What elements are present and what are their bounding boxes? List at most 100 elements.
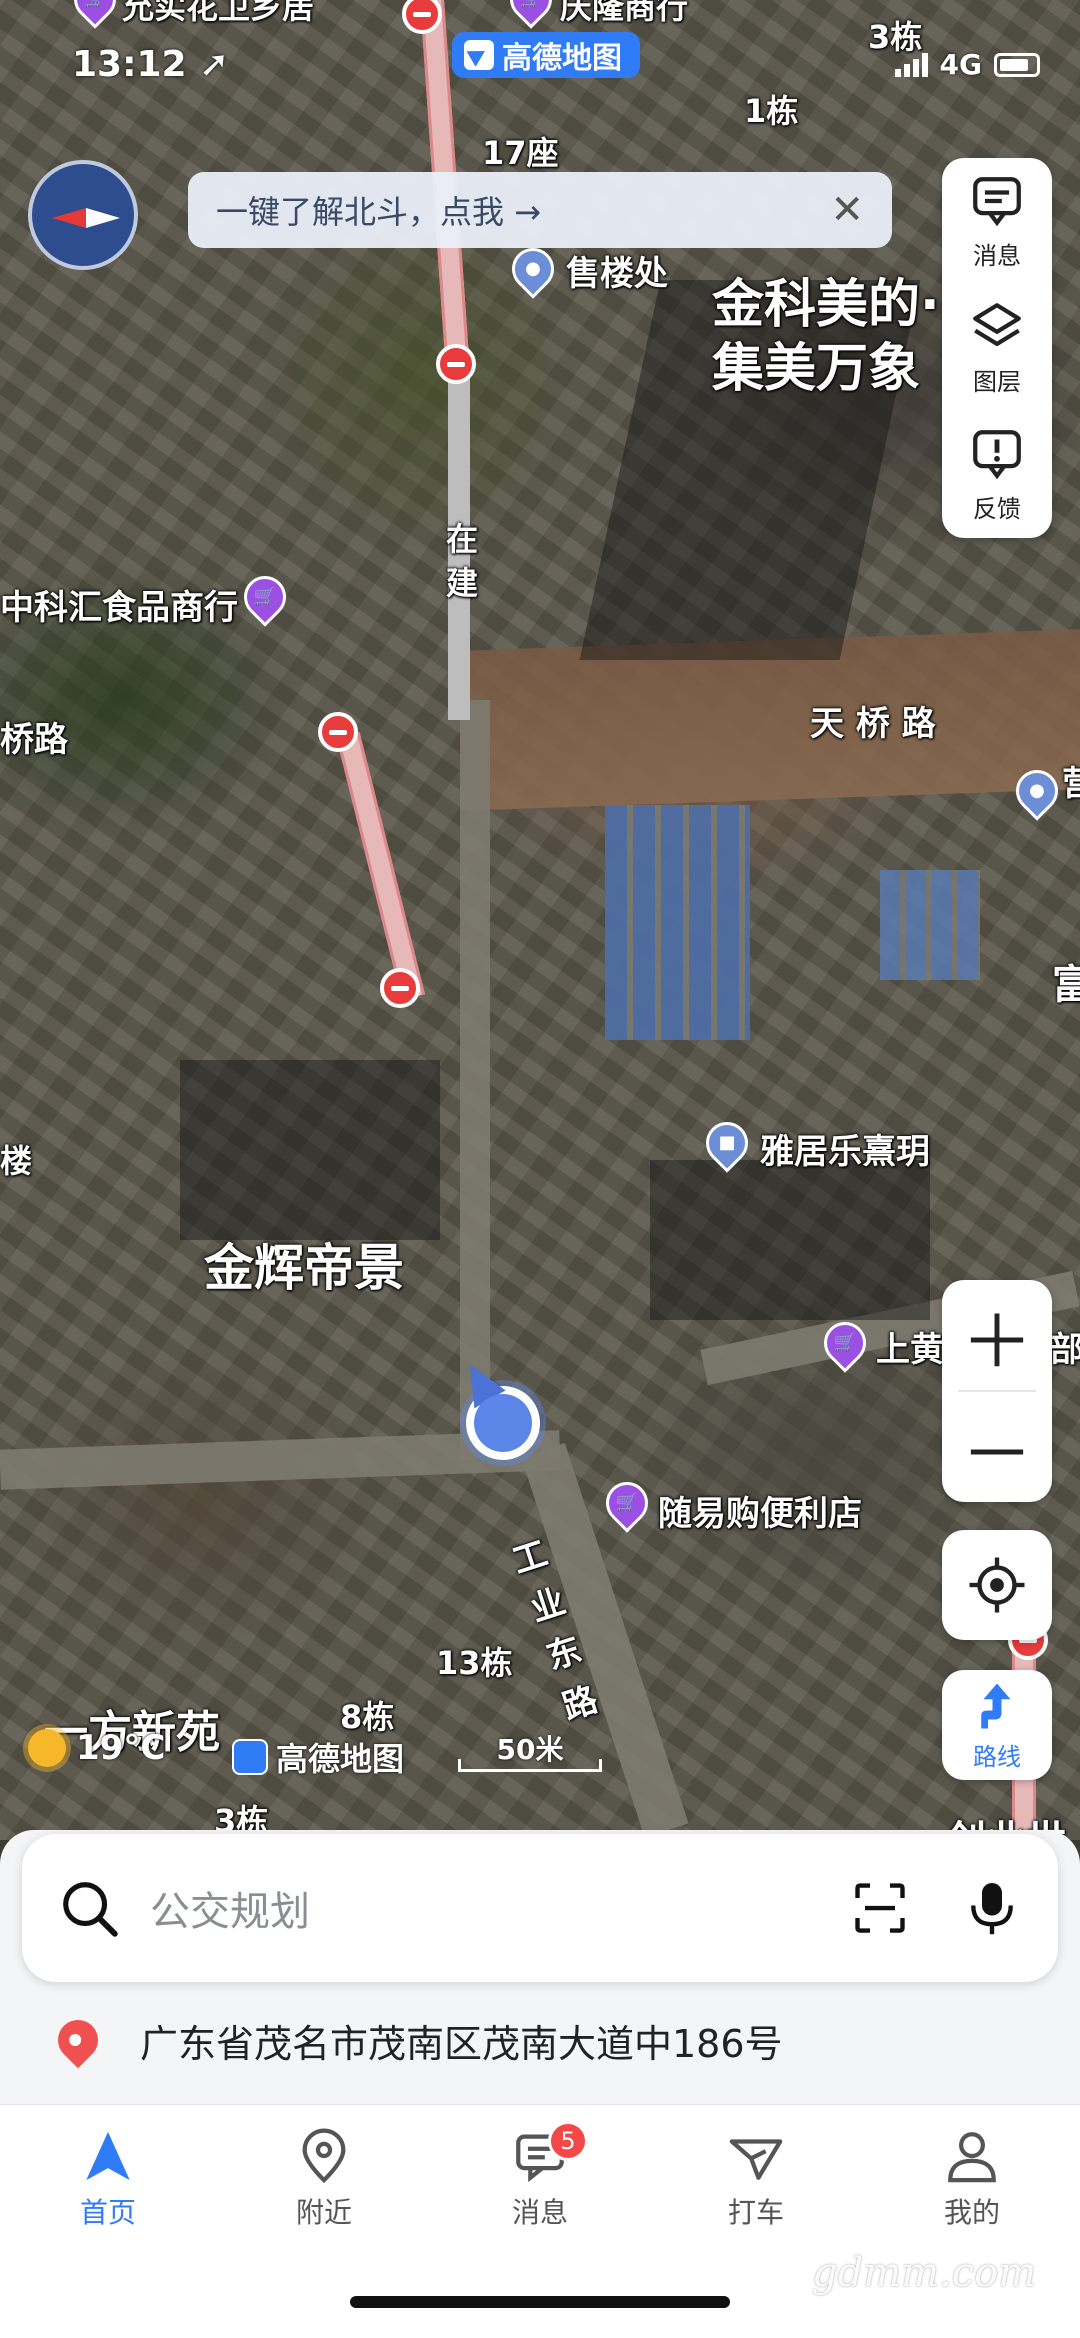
close-icon[interactable]: ✕ xyxy=(830,187,864,233)
zoom-out-button[interactable]: － xyxy=(942,1392,1052,1502)
amap-map-logo: 高德地图 xyxy=(232,1734,404,1780)
area-label: 集美万象 xyxy=(712,339,921,399)
my-location-marker xyxy=(454,1355,540,1460)
poi-label[interactable]: 上黄 xyxy=(876,1322,944,1371)
crosshair-icon xyxy=(969,1557,1025,1613)
building-shadow xyxy=(180,1060,440,1240)
area-label: 金辉帝景 xyxy=(204,1239,404,1297)
map-scale: 50米 xyxy=(458,1728,602,1776)
shop-pin-icon[interactable]: 🛒 xyxy=(597,1473,657,1533)
blue-roof-buildings xyxy=(605,805,750,1040)
building-label: 13栋 xyxy=(436,1644,513,1682)
scan-icon[interactable] xyxy=(850,1878,910,1938)
route-label: 路线 xyxy=(973,1742,1021,1771)
profile-icon xyxy=(948,2132,996,2183)
poi-label[interactable]: 随易购便利店 xyxy=(658,1486,862,1535)
amap-brand-tag: 高德地图 xyxy=(452,32,640,78)
home-indicator[interactable] xyxy=(350,2296,730,2308)
no-entry-icon xyxy=(436,344,476,384)
blue-roof-buildings-east xyxy=(880,870,980,980)
location-pin-icon[interactable]: ● xyxy=(503,239,563,299)
layers-button[interactable]: 图层 xyxy=(968,298,1026,397)
building-shadow xyxy=(650,1160,930,1320)
scale-bar xyxy=(458,1759,602,1772)
tab-messages-label: 消息 xyxy=(511,2196,568,2229)
poi-label[interactable]: 庆隆商行 xyxy=(560,0,688,28)
poi-label[interactable]: 雅居乐熹玥 xyxy=(760,1124,930,1173)
poi-label[interactable]: 允实花卫乡居 xyxy=(122,0,314,28)
feedback-icon xyxy=(973,430,1021,480)
restricted-route-line xyxy=(336,732,425,1000)
road-label: 建 xyxy=(446,564,479,602)
area-label: 富 xyxy=(1052,962,1080,1008)
road-label: 桥路 xyxy=(0,720,68,760)
watermark: gdmm.com xyxy=(812,2250,1037,2296)
sun-icon xyxy=(28,1729,66,1767)
weather-widget[interactable]: 19°C xyxy=(28,1728,165,1768)
road-segment xyxy=(460,700,490,1460)
tab-taxi-label: 打车 xyxy=(727,2196,784,2229)
map-tools-panel: 消息 图层 反馈 xyxy=(942,158,1052,538)
search-icon xyxy=(63,1882,118,1937)
status-icons: 4G xyxy=(894,48,1040,81)
zoom-in-button[interactable]: ＋ xyxy=(942,1280,1052,1390)
signal-icon xyxy=(894,52,928,77)
satellite-map[interactable]: 🛒 允实花卫乡居 🛒 庆隆商行 3栋 1栋 17座 ● 售楼处 金科美的· 集美… xyxy=(0,0,1080,1840)
poi-label[interactable]: 中科汇食品商行 xyxy=(0,580,238,629)
search-input[interactable]: 公交规划 xyxy=(150,1879,850,1937)
building-label: 8栋 xyxy=(340,1698,395,1736)
message-button[interactable]: 消息 xyxy=(968,172,1026,271)
battery-icon xyxy=(994,52,1040,77)
tab-nearby[interactable]: 附近 xyxy=(254,2127,394,2231)
status-time: 13:12 ➚ xyxy=(72,44,230,85)
building-label: 17座 xyxy=(482,134,559,172)
building-label: 楼 xyxy=(0,1142,33,1180)
beidou-banner[interactable]: 一键了解北斗，点我 → ✕ xyxy=(188,172,892,248)
banner-text[interactable]: 一键了解北斗，点我 → xyxy=(216,187,541,233)
no-entry-icon xyxy=(318,712,358,752)
tab-messages[interactable]: 消息 5 xyxy=(470,2121,610,2231)
compass-icon[interactable] xyxy=(28,160,138,270)
nearby-pin-icon xyxy=(302,2128,346,2184)
layers-icon xyxy=(973,303,1021,347)
area-label: 营 xyxy=(1062,764,1080,804)
tab-nearby-label: 附近 xyxy=(295,2196,352,2229)
building-label: 1栋 xyxy=(744,92,799,130)
locate-me-button[interactable] xyxy=(942,1530,1052,1640)
no-entry-icon xyxy=(380,968,420,1008)
shop-pin-icon[interactable]: 🛒 xyxy=(65,0,125,29)
route-arrow-icon xyxy=(981,1683,1011,1728)
shop-pin-icon[interactable]: 🛒 xyxy=(501,0,561,29)
poi-label[interactable]: 售楼处 xyxy=(566,246,668,295)
route-button[interactable]: 路线 xyxy=(942,1670,1052,1780)
tab-profile-label: 我的 xyxy=(943,2196,1000,2229)
shop-pin-icon[interactable]: 🛒 xyxy=(235,567,295,627)
layers-label: 图层 xyxy=(973,368,1021,397)
network-type: 4G xyxy=(939,48,982,81)
message-icon xyxy=(973,176,1021,227)
zoom-controls: ＋ － xyxy=(942,1280,1052,1502)
current-address: 广东省茂名市茂南区茂南大道中186号 xyxy=(140,2021,783,2066)
microphone-icon[interactable] xyxy=(962,1878,1022,1938)
message-label: 消息 xyxy=(973,241,1021,270)
temperature: 19°C xyxy=(76,1728,166,1768)
amap-logo-icon xyxy=(232,1739,268,1775)
feedback-button[interactable]: 反馈 xyxy=(968,425,1026,524)
feedback-label: 反馈 xyxy=(973,495,1021,524)
road-label: 天 桥 路 xyxy=(810,704,936,744)
home-nav-icon xyxy=(86,2131,130,2181)
location-pin-icon xyxy=(49,2011,107,2069)
tab-taxi[interactable]: 打车 xyxy=(686,2127,826,2231)
current-address-row[interactable]: 广东省茂名市茂南区茂南大道中186号 xyxy=(0,1990,1080,2090)
tab-home-label: 首页 xyxy=(79,2196,136,2229)
tab-profile[interactable]: 我的 xyxy=(902,2127,1042,2231)
tab-home[interactable]: 首页 xyxy=(38,2127,178,2231)
taxi-icon xyxy=(729,2139,783,2180)
road-label: 在 xyxy=(446,520,479,558)
poi-label: 部 xyxy=(1050,1330,1080,1370)
amap-logo-icon xyxy=(464,40,494,70)
search-bar[interactable]: 公交规划 xyxy=(22,1834,1058,1982)
unread-badge: 5 xyxy=(548,2121,588,2161)
amap-brand-label: 高德地图 xyxy=(502,41,622,76)
amap-logo-text: 高德地图 xyxy=(276,1740,405,1778)
